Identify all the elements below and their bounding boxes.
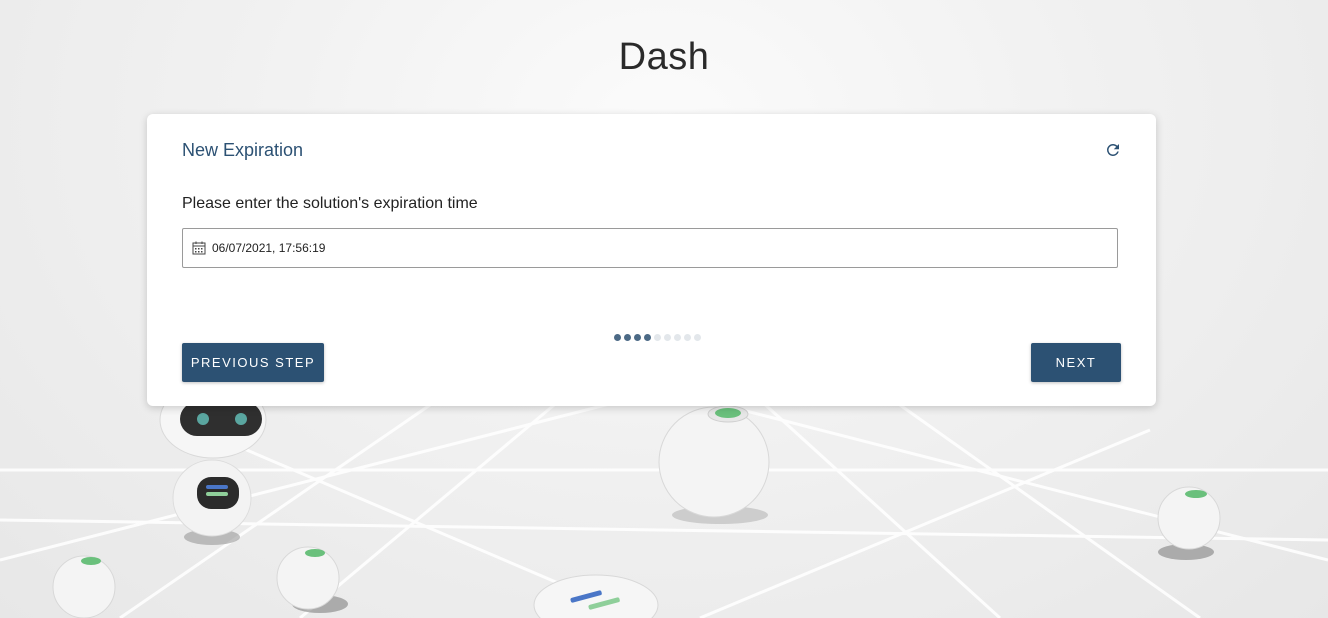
step-dot — [674, 334, 681, 341]
expiration-prompt: Please enter the solution's expiration t… — [182, 195, 478, 212]
sphere-decoration — [658, 405, 770, 524]
next-button[interactable]: NEXT — [1031, 343, 1121, 382]
sphere-decoration — [52, 555, 116, 618]
step-dot — [664, 334, 671, 341]
step-dot — [694, 334, 701, 341]
refresh-button[interactable] — [1101, 138, 1125, 162]
step-dot — [684, 334, 691, 341]
card-title: New Expiration — [182, 140, 304, 160]
step-dot — [654, 334, 661, 341]
refresh-icon — [1106, 143, 1119, 156]
expiration-card: New Expiration Please enter the solution… — [147, 114, 1156, 406]
app-title: Dash — [618, 36, 710, 78]
step-dot — [614, 334, 621, 341]
step-dot — [634, 334, 641, 341]
sphere-decoration — [1157, 486, 1221, 560]
previous-step-button[interactable]: PREVIOUS STEP — [182, 343, 324, 382]
sphere-decoration — [276, 546, 348, 613]
expiration-datetime-value: 06/07/2021, 17:56:19 — [212, 241, 326, 255]
step-dot — [624, 334, 631, 341]
step-dot — [644, 334, 651, 341]
robot-decoration — [159, 381, 267, 545]
step-indicator — [614, 334, 701, 341]
calendar-icon[interactable] — [192, 241, 206, 255]
expiration-datetime-input[interactable]: 06/07/2021, 17:56:19 — [182, 228, 1118, 268]
